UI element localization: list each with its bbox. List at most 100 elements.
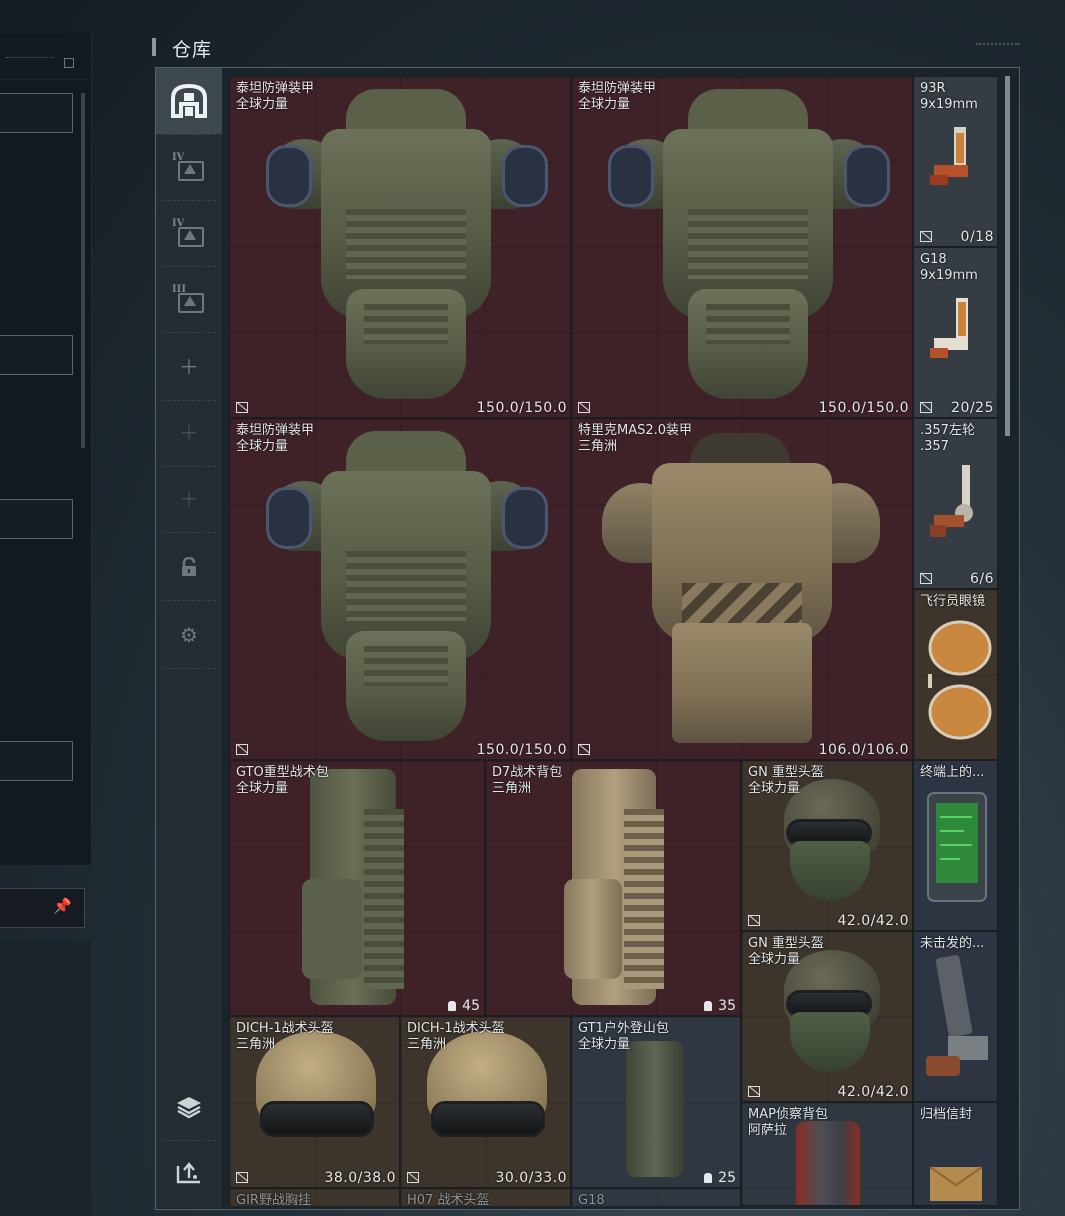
item-name: 归档信封: [920, 1107, 973, 1122]
left-side-panel: [0, 33, 92, 865]
rail-separator: [162, 668, 216, 669]
rail-layers[interactable]: [156, 1074, 222, 1140]
item-357-revolver[interactable]: .357左轮 .357 6/6: [913, 418, 998, 589]
left-slot-1[interactable]: [0, 93, 73, 133]
durability: 38.0/38.0: [324, 1170, 396, 1186]
revolver-image: [930, 465, 973, 537]
item-vest-2[interactable]: 泰坦防弹装甲 全球力量 150.0/150.0: [571, 76, 913, 418]
capacity: 45: [448, 998, 480, 1014]
rail-tier3[interactable]: III: [156, 266, 222, 332]
item-faction: 全球力量: [236, 439, 289, 454]
rail-tier4-a[interactable]: IV: [156, 134, 222, 200]
armor-vest-image: [602, 433, 882, 753]
item-vest-3[interactable]: 泰坦防弹装甲 全球力量 150.0/150.0: [229, 418, 571, 760]
no-insurance-icon: [236, 402, 248, 413]
item-name: 终端上的...: [920, 765, 985, 780]
item-name: GN 重型头盔: [748, 936, 824, 951]
rail-add-1[interactable]: ＋: [156, 334, 222, 400]
left-slot-3[interactable]: [0, 499, 73, 539]
item-dich-helmet-1[interactable]: DICH-1战术头盔 三角洲 38.0/38.0: [229, 1016, 400, 1188]
left-panel-lower: [0, 940, 91, 1216]
left-panel-header: [0, 33, 91, 80]
item-caliber: .357: [920, 439, 949, 454]
no-insurance-icon: [920, 402, 932, 413]
ammo-count: 0/18: [960, 229, 994, 245]
item-aviator-glasses[interactable]: 飞行员眼镜: [913, 589, 998, 760]
item-name: G18: [920, 252, 947, 267]
item-name: G18: [578, 1193, 605, 1206]
item-vest-4[interactable]: 特里克MAS2.0装甲 三角洲 106.0/106.0: [571, 418, 913, 760]
no-insurance-icon: [236, 1172, 248, 1183]
item-d7-bag[interactable]: D7战术背包 三角洲 35: [485, 760, 741, 1016]
left-slot-2[interactable]: [0, 335, 73, 375]
no-insurance-icon: [748, 1086, 760, 1097]
item-map-bag[interactable]: MAP侦察背包 阿萨拉: [741, 1102, 913, 1206]
header-marks: [976, 43, 1020, 51]
left-panel-caption: [6, 57, 54, 64]
no-insurance-icon: [578, 744, 590, 755]
item-gto-bag[interactable]: GTO重型战术包 全球力量 45: [229, 760, 485, 1016]
rail-add-2[interactable]: ＋: [156, 400, 222, 466]
item-gn-helmet-1[interactable]: GN 重型头盔 全球力量 42.0/42.0: [741, 760, 913, 931]
item-terminal[interactable]: 终端上的...: [913, 760, 998, 931]
revolver-image: [926, 955, 988, 1076]
item-faction: 阿萨拉: [748, 1123, 788, 1138]
item-name: 未击发的...: [920, 936, 985, 951]
rail-add-3[interactable]: ＋: [156, 466, 222, 532]
item-gir-rig[interactable]: GIR野战胸挂: [229, 1188, 400, 1206]
storage-grid: 泰坦防弹装甲 全球力量 150.0/150.0 泰坦防弹装甲 全球力量 150.0/…: [229, 76, 998, 1206]
durability: 42.0/42.0: [837, 913, 909, 929]
left-scrollbar[interactable]: [81, 93, 85, 448]
item-gt1-bag[interactable]: GT1户外登山包 全球力量 25: [571, 1016, 741, 1188]
backpack-icon: [448, 1001, 457, 1011]
item-g18-b[interactable]: G18: [571, 1188, 741, 1206]
no-insurance-icon: [920, 573, 932, 584]
no-insurance-icon: [236, 744, 248, 755]
item-caliber: 9x19mm: [920, 97, 978, 112]
storage-scrollbar[interactable]: [1005, 76, 1010, 436]
rail-lock[interactable]: [156, 534, 222, 600]
backpack-icon: [704, 1173, 713, 1183]
item-93r[interactable]: 93R 9x19mm 0/18: [913, 76, 998, 247]
item-name: DICH-1战术头盔: [407, 1021, 505, 1036]
item-h07-helmet[interactable]: H07 战术头盔: [400, 1188, 571, 1206]
durability: 30.0/33.0: [495, 1170, 567, 1186]
rail-transfer[interactable]: [156, 1140, 222, 1206]
pin-icon[interactable]: 📌: [53, 897, 72, 915]
armor-vest-image: [266, 89, 548, 409]
item-name: 泰坦防弹装甲: [578, 81, 657, 96]
item-vest-1[interactable]: 泰坦防弹装甲 全球力量 150.0/150.0: [229, 76, 571, 418]
item-name: 飞行员眼镜: [920, 594, 986, 609]
terminal-image: [927, 792, 987, 902]
rail-separator: [162, 532, 216, 533]
no-insurance-icon: [578, 402, 590, 413]
title-accent-bar: [152, 38, 156, 56]
left-pin-bar[interactable]: 📌: [0, 888, 85, 928]
rail-home[interactable]: [156, 68, 222, 134]
tier-iii-case-icon: III: [172, 284, 206, 314]
item-name: GT1户外登山包: [578, 1021, 669, 1036]
item-name: H07 战术头盔: [407, 1193, 490, 1206]
rail-settings[interactable]: ⚙: [156, 602, 222, 668]
pistol-image: [930, 127, 968, 185]
layers-icon: [177, 1097, 201, 1119]
item-dich-helmet-2[interactable]: DICH-1战术头盔 三角洲 30.0/33.0: [400, 1016, 571, 1188]
left-panel-checkbox[interactable]: [64, 58, 74, 68]
rail-tier4-b[interactable]: IV: [156, 200, 222, 266]
ammo-count: 6/6: [969, 571, 994, 587]
item-g18[interactable]: G18 9x19mm 20/25: [913, 247, 998, 418]
glasses-image: [928, 620, 992, 740]
backpack-icon: [704, 1001, 713, 1011]
armor-vest-image: [266, 431, 548, 751]
item-gn-helmet-2[interactable]: GN 重型头盔 全球力量 42.0/42.0: [741, 931, 913, 1102]
item-archive-envelope[interactable]: 归档信封: [913, 1102, 998, 1206]
storage-rail: IV IV III ＋ ＋ ＋ ⚙: [156, 68, 222, 1208]
durability: 150.0/150.0: [476, 742, 567, 758]
storage-home-icon: [171, 84, 207, 118]
item-name: GTO重型战术包: [236, 765, 329, 780]
envelope-image: [929, 1166, 983, 1201]
item-faction: 全球力量: [578, 97, 631, 112]
gear-icon: ⚙: [180, 623, 198, 647]
left-slot-4[interactable]: [0, 741, 73, 781]
item-unfired[interactable]: 未击发的...: [913, 931, 998, 1102]
